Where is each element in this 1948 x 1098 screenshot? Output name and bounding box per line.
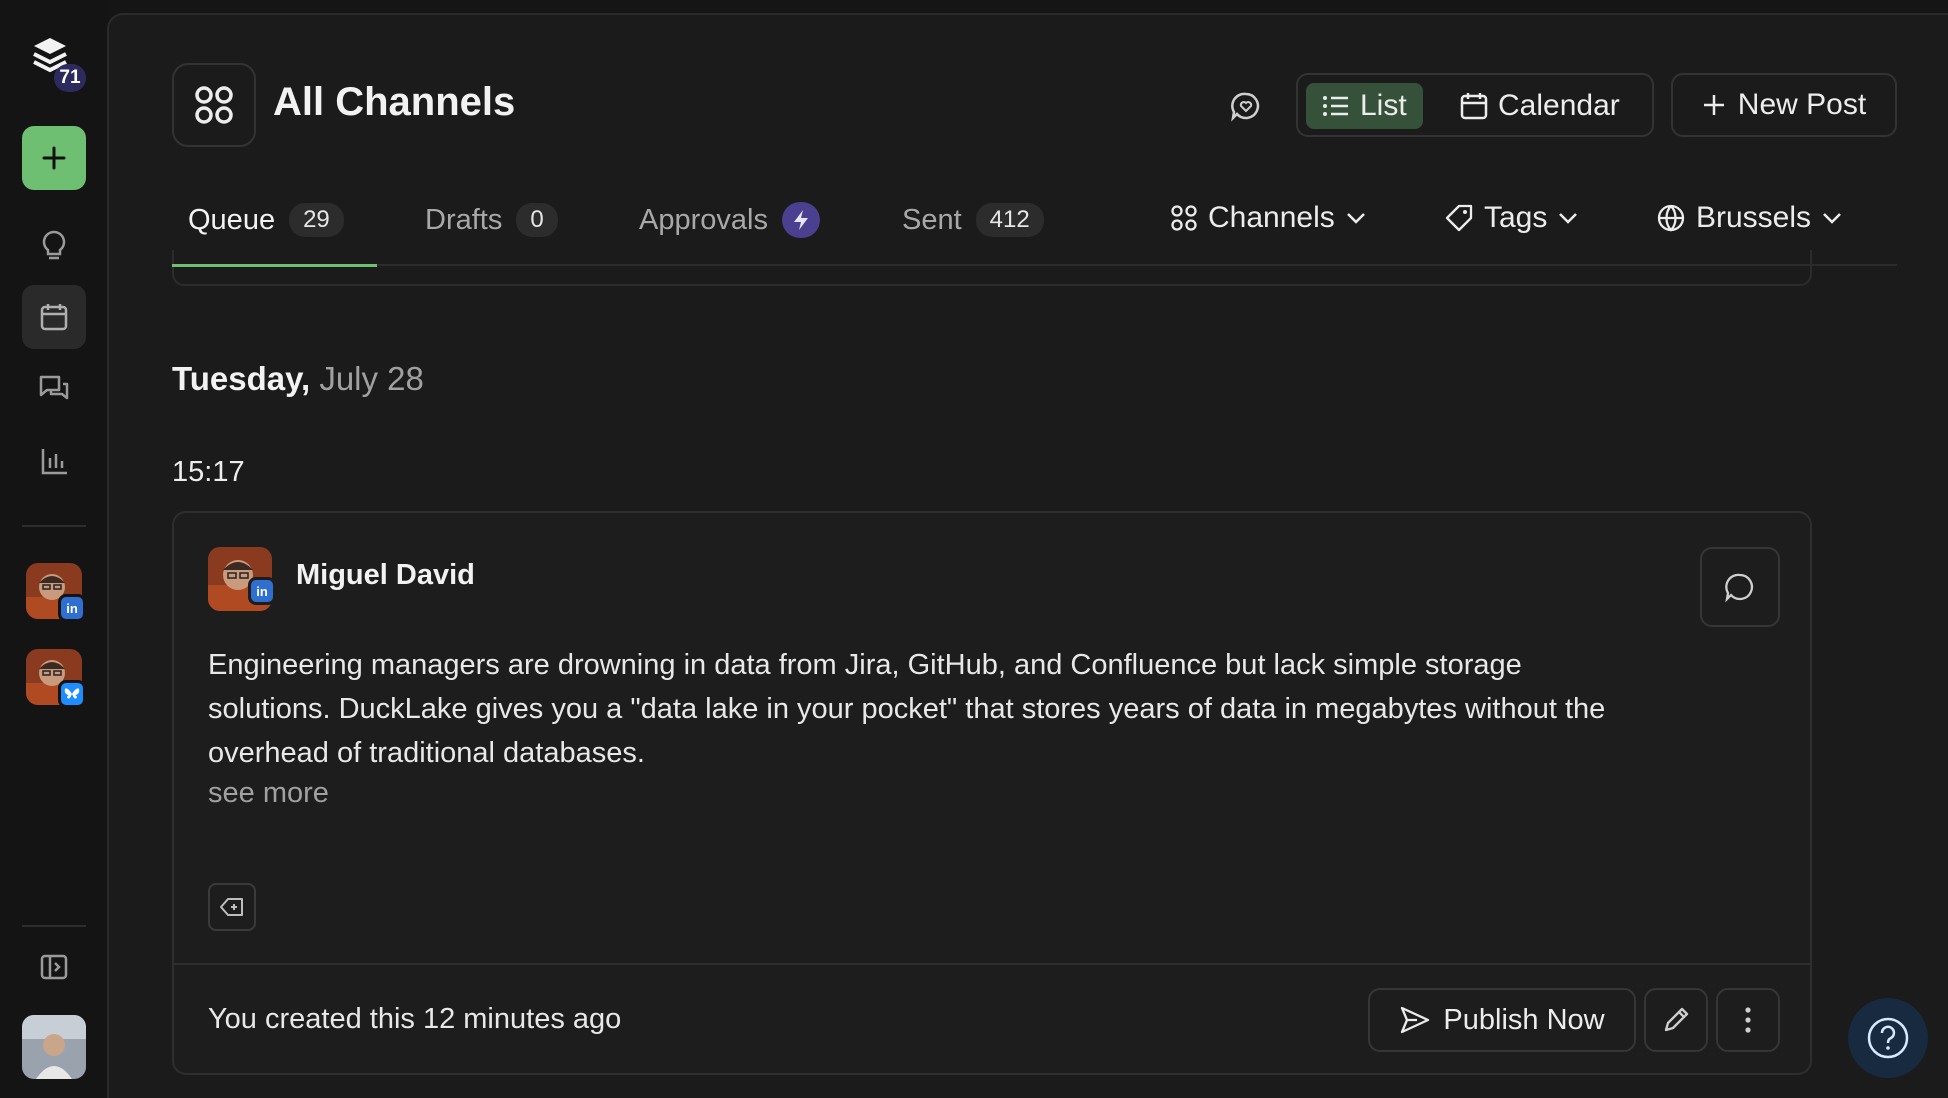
ideas-button[interactable]	[22, 214, 86, 278]
left-sidebar: 71 in	[0, 0, 107, 1098]
sidebar-divider	[22, 525, 86, 527]
tab-count: 412	[975, 203, 1044, 237]
previous-post-card	[172, 250, 1812, 286]
card-footer-divider	[174, 963, 1810, 965]
comment-icon	[1725, 573, 1754, 603]
date-label: July 28	[319, 360, 424, 397]
calendar-icon	[1460, 93, 1488, 120]
pencil-icon	[1664, 1007, 1689, 1032]
analytics-icon	[41, 449, 67, 475]
chat-icon	[39, 375, 69, 400]
tab-count: 0	[516, 203, 558, 237]
help-button[interactable]	[1848, 998, 1928, 1078]
tab-label: Approvals	[639, 203, 768, 236]
view-toggle: List Calendar	[1296, 73, 1654, 137]
page-title: All Channels	[273, 80, 516, 124]
tab-label: Drafts	[425, 203, 503, 236]
calendar-icon	[40, 304, 68, 331]
chevron-down-icon	[1823, 213, 1841, 224]
tags-filter[interactable]: Tags	[1444, 198, 1579, 238]
globe-icon	[1657, 204, 1685, 232]
more-options-button[interactable]	[1716, 988, 1780, 1052]
create-button[interactable]	[22, 126, 86, 190]
user-avatar[interactable]	[22, 1015, 86, 1079]
tab-label: Queue	[188, 203, 276, 236]
tabs-divider	[172, 264, 1897, 266]
chat-heart-icon	[1231, 92, 1260, 122]
tab-sent[interactable]: Sent 412	[902, 200, 1044, 240]
edit-post-button[interactable]	[1644, 988, 1708, 1052]
time-slot-label: 15:17	[172, 456, 245, 488]
publish-now-button[interactable]: Publish Now	[1368, 988, 1636, 1052]
channels-filter[interactable]: Channels	[1170, 198, 1367, 238]
calendar-view-button[interactable]: Calendar	[1444, 83, 1636, 129]
analytics-button[interactable]	[22, 429, 86, 493]
new-post-label: New Post	[1737, 88, 1867, 121]
chevron-down-icon	[1559, 213, 1578, 224]
comment-button[interactable]	[1700, 547, 1780, 627]
publish-calendar-button[interactable]	[22, 285, 86, 349]
see-more-link[interactable]: see more	[208, 777, 329, 810]
bluesky-icon	[58, 680, 86, 708]
app: 71 in All Channels List Calendar New Pos…	[0, 0, 1948, 1098]
timezone-filter[interactable]: Brussels	[1656, 198, 1843, 238]
tags-filter-label: Tags	[1484, 201, 1548, 234]
publish-now-label: Publish Now	[1443, 1003, 1605, 1036]
sidebar-toggle-icon	[40, 954, 68, 980]
bolt-icon	[781, 202, 820, 238]
plus-icon	[42, 146, 66, 170]
more-vertical-icon	[1745, 1007, 1751, 1033]
all-channels-icon	[172, 63, 256, 147]
tag-icon	[1445, 204, 1473, 232]
chevron-down-icon	[1346, 213, 1365, 224]
list-view-button[interactable]: List	[1306, 83, 1423, 129]
author-name: Miguel David	[296, 559, 475, 591]
lightbulb-icon	[42, 230, 66, 260]
date-heading: Tuesday, July 28	[172, 360, 424, 398]
day-label: Tuesday,	[172, 360, 311, 397]
send-icon	[1401, 1006, 1430, 1034]
channels-icon	[1171, 205, 1197, 231]
list-view-label: List	[1360, 89, 1407, 122]
linkedin-icon: in	[58, 594, 86, 622]
engage-button[interactable]	[22, 357, 86, 421]
help-icon	[1867, 1017, 1909, 1059]
tab-drafts[interactable]: Drafts 0	[425, 200, 558, 240]
timezone-filter-label: Brussels	[1696, 201, 1812, 234]
post-card: in Miguel David Engineering managers are…	[172, 511, 1812, 1075]
tab-count: 29	[289, 203, 344, 237]
calendar-view-label: Calendar	[1498, 89, 1620, 122]
post-text: Engineering managers are drowning in dat…	[208, 649, 1606, 769]
active-tab-indicator	[172, 264, 377, 267]
notification-badge[interactable]: 71	[54, 64, 86, 92]
tag-plus-icon	[220, 898, 243, 916]
add-tag-button[interactable]	[208, 883, 256, 931]
channels-filter-label: Channels	[1208, 201, 1335, 234]
sidebar-divider	[22, 925, 86, 927]
created-info: You created this 12 minutes ago	[208, 1003, 622, 1035]
collapse-sidebar-button[interactable]	[22, 935, 86, 999]
new-post-button[interactable]: New Post	[1671, 73, 1897, 137]
tab-approvals[interactable]: Approvals	[639, 200, 820, 240]
linkedin-icon: in	[248, 577, 276, 605]
feedback-button[interactable]	[1226, 86, 1266, 126]
list-icon	[1323, 96, 1348, 116]
tab-queue[interactable]: Queue 29	[188, 200, 344, 240]
plus-icon	[1703, 95, 1724, 115]
tab-label: Sent	[902, 203, 962, 236]
